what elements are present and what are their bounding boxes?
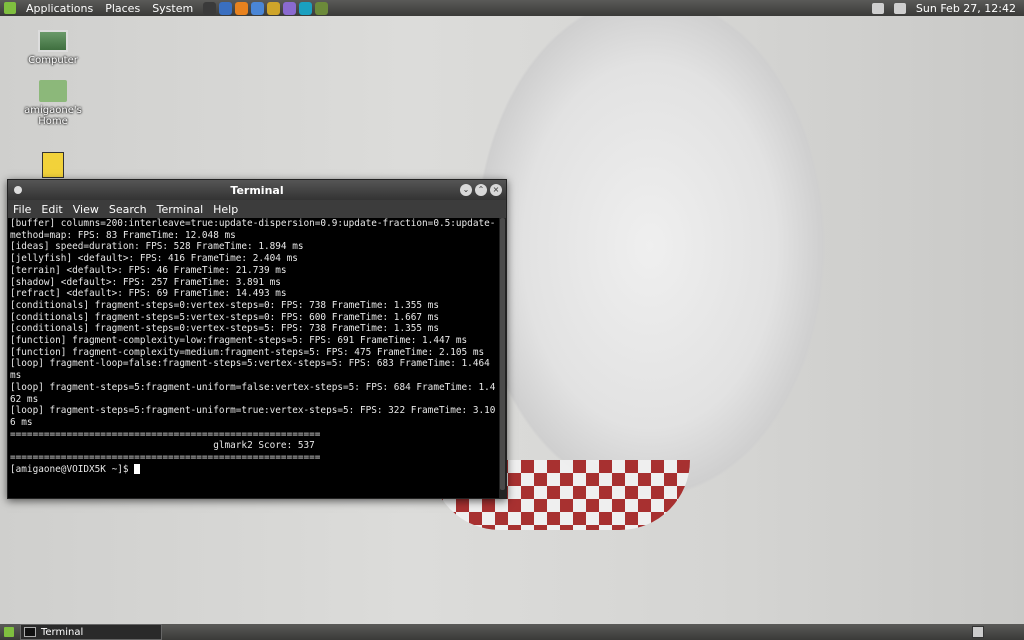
minimize-button[interactable]: ⌄ <box>460 184 472 196</box>
terminal-line: [loop] fragment-steps=5:fragment-uniform… <box>10 405 496 428</box>
menu-system[interactable]: System <box>146 2 199 15</box>
menu-view[interactable]: View <box>68 203 104 216</box>
menu-file[interactable]: File <box>8 203 36 216</box>
vlc-icon[interactable] <box>235 1 249 15</box>
terminal-line: [jellyfish] <default>: FPS: 416 FrameTim… <box>10 253 298 265</box>
show-desktop-icon[interactable] <box>4 627 14 637</box>
panel-menus: Applications Places System <box>20 0 199 16</box>
menu-search[interactable]: Search <box>104 203 152 216</box>
menu-edit[interactable]: Edit <box>36 203 67 216</box>
terminal-line: [conditionals] fragment-steps=0:vertex-s… <box>10 323 439 335</box>
menu-places[interactable]: Places <box>99 2 146 15</box>
terminal-scrollbar[interactable] <box>499 218 506 498</box>
shell-prompt: [amigaone@VOIDX5K ~]$ <box>10 464 500 476</box>
window-title: Terminal <box>230 183 284 197</box>
desktop-icon-computer[interactable]: Computer <box>18 30 88 66</box>
scrollbar-thumb[interactable] <box>500 218 505 490</box>
terminal-line: [terrain] <default>: FPS: 46 FrameTime: … <box>10 264 287 276</box>
terminal-line: [conditionals] fragment-steps=5:vertex-s… <box>10 311 439 323</box>
computer-icon <box>38 30 68 52</box>
taskbar-button-terminal[interactable]: Terminal <box>20 624 162 640</box>
chrome-icon[interactable] <box>267 1 281 15</box>
terminal-line: [shadow] <default>: FPS: 257 FrameTime: … <box>10 276 281 288</box>
terminal-icon <box>24 627 36 637</box>
network-status-icon[interactable] <box>893 2 906 14</box>
volume-icon[interactable] <box>871 2 884 14</box>
terminal-line: ========================================… <box>10 452 321 464</box>
panel-tray: Sun Feb 27, 12:42 <box>871 2 1024 15</box>
window-controls: ⌄ ⌃ × <box>460 184 506 196</box>
taskbar-label: Terminal <box>41 626 84 638</box>
terminal-line: [conditionals] fragment-steps=0:vertex-s… <box>10 299 439 311</box>
launcher-bar <box>203 1 329 15</box>
maximize-button[interactable]: ⌃ <box>475 184 487 196</box>
bottom-panel: Terminal <box>0 624 1024 640</box>
terminal-window[interactable]: Terminal ⌄ ⌃ × File Edit View Search Ter… <box>7 179 507 499</box>
pidgin-icon[interactable] <box>283 1 297 15</box>
desktop-icon-label: Computer <box>28 55 78 66</box>
globe-icon[interactable] <box>219 1 233 15</box>
desktop-icon-notes[interactable] <box>18 152 88 181</box>
terminal-launcher-icon[interactable] <box>203 1 217 15</box>
close-button[interactable]: × <box>490 184 502 196</box>
network-icon[interactable] <box>299 1 313 15</box>
desktop-icon-label: amigaone's Home <box>24 105 82 127</box>
terminal-line: ========================================… <box>10 428 321 440</box>
terminal-line: [function] fragment-complexity=medium:fr… <box>10 346 485 358</box>
top-panel: Applications Places System Sun Feb 27, 1… <box>0 0 1024 16</box>
terminal-line: [function] fragment-complexity=low:fragm… <box>10 335 468 347</box>
menu-help[interactable]: Help <box>208 203 243 216</box>
terminal-output[interactable]: [buffer] columns=200:interleave=true:upd… <box>8 218 500 498</box>
menu-terminal[interactable]: Terminal <box>152 203 209 216</box>
text-cursor <box>134 464 141 475</box>
notes-icon <box>42 152 64 178</box>
terminal-line: [refract] <default>: FPS: 69 FrameTime: … <box>10 288 287 300</box>
home-folder-icon <box>39 80 67 102</box>
distro-logo-icon[interactable] <box>4 2 16 14</box>
terminal-line: [loop] fragment-steps=5:fragment-uniform… <box>10 381 496 405</box>
thunderbird-icon[interactable] <box>251 1 265 15</box>
terminal-line: glmark2 Score: 537 <box>10 440 315 452</box>
window-titlebar[interactable]: Terminal ⌄ ⌃ × <box>8 180 506 200</box>
image-viewer-icon[interactable] <box>315 1 329 15</box>
terminal-line: [buffer] columns=200:interleave=true:upd… <box>10 218 496 241</box>
clock[interactable]: Sun Feb 27, 12:42 <box>916 2 1016 15</box>
terminal-menubar: File Edit View Search Terminal Help <box>8 200 506 218</box>
workspace-switcher[interactable] <box>972 626 984 638</box>
terminal-line: [ideas] speed=duration: FPS: 528 FrameTi… <box>10 241 304 253</box>
menu-applications[interactable]: Applications <box>20 2 99 15</box>
terminal-line: [loop] fragment-loop=false:fragment-step… <box>10 358 496 382</box>
desktop-icon-home[interactable]: amigaone's Home <box>18 80 88 127</box>
